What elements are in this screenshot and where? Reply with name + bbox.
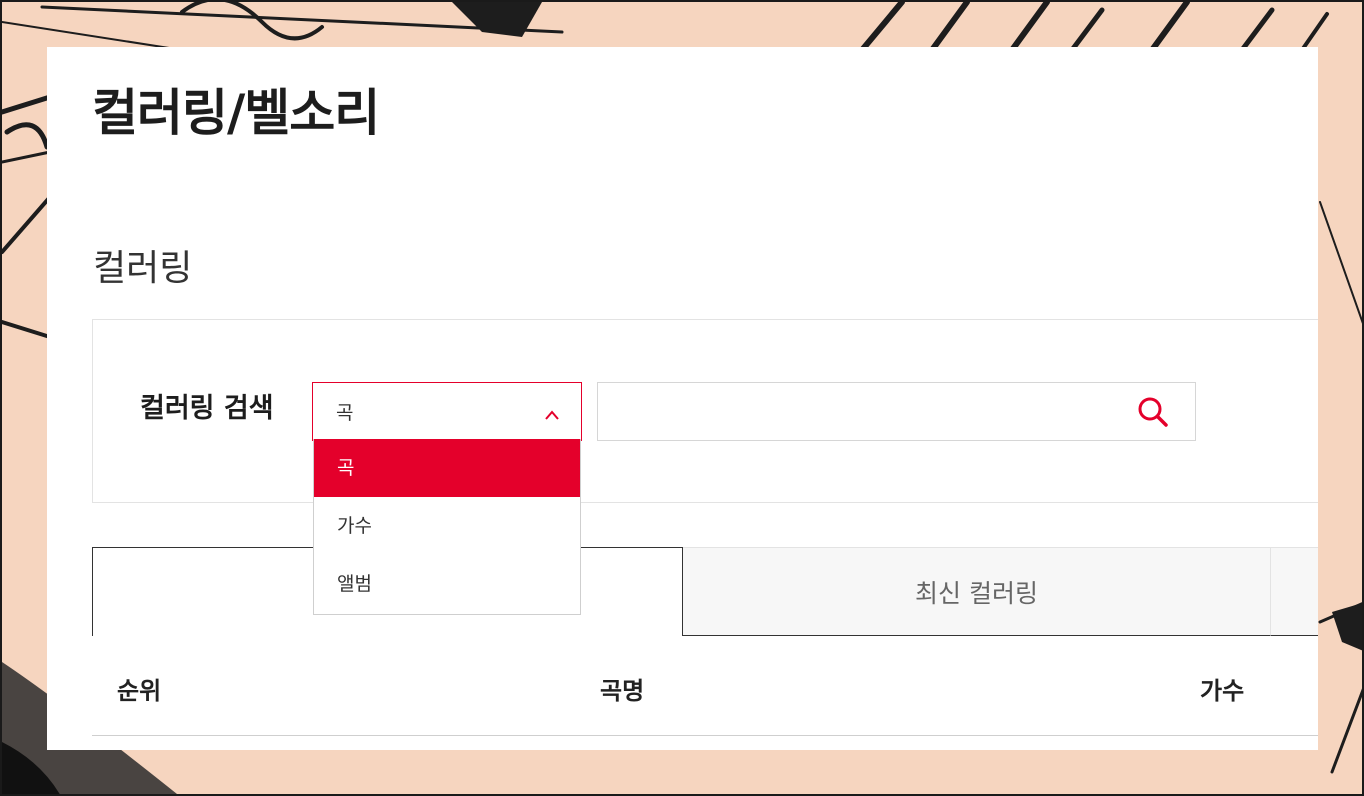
column-artist: 가수 (1200, 677, 1245, 705)
column-rank: 순위 (117, 677, 162, 705)
search-type-selected-value: 곡 (336, 402, 354, 424)
option-artist[interactable]: 가수 (314, 497, 580, 555)
column-song: 곡명 (600, 677, 645, 705)
tab-third[interactable] (1271, 547, 1318, 636)
chart-tabs: 최신 컬러링 (92, 547, 1318, 636)
coloring-search-box: 컬러링 검색 곡 (92, 319, 1318, 503)
option-song[interactable]: 곡 (314, 439, 580, 497)
search-label: 컬러링 검색 (140, 393, 274, 424)
page-title: 컬러링/벨소리 (92, 84, 380, 142)
main-panel: 컬러링/벨소리 컬러링 컬러링 검색 곡 최신 컬러링 순위 곡명 가수 곡 가… (47, 47, 1318, 750)
search-input[interactable] (598, 383, 1118, 440)
option-album[interactable]: 앨범 (314, 555, 580, 613)
search-type-select[interactable]: 곡 (312, 382, 582, 441)
search-icon[interactable] (1137, 396, 1169, 432)
tab-latest-coloring[interactable]: 최신 컬러링 (683, 547, 1271, 636)
chevron-up-icon (545, 405, 559, 424)
table-header: 순위 곡명 가수 (92, 637, 1318, 736)
search-field (597, 382, 1196, 441)
section-title: 컬러링 (93, 248, 193, 289)
search-type-dropdown: 곡 가수 앨범 (313, 439, 581, 615)
